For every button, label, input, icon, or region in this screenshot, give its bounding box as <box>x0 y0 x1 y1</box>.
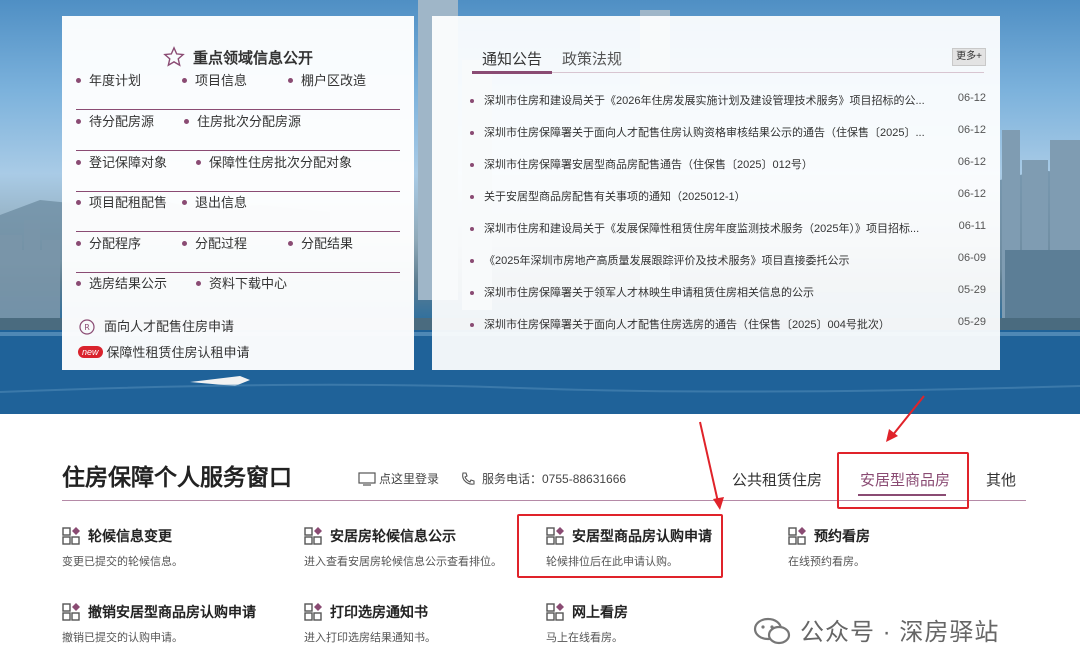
card-queue-publicity[interactable]: 安居房轮候信息公示 进入查看安居房轮候信息公示查看排位。 <box>304 526 524 582</box>
tab-active-indicator <box>472 71 552 74</box>
focus-link-project-info[interactable]: 项目信息 <box>182 70 247 89</box>
bullet-icon <box>470 195 474 199</box>
focus-link-allocation[interactable]: 项目配租配售 <box>76 192 167 211</box>
rental-housing-apply-link[interactable]: new 保障性租赁住房认租申请 <box>78 342 250 361</box>
phone-icon <box>462 472 475 485</box>
focus-row-2: 待分配房源 住房批次分配房源 <box>76 111 400 151</box>
grid-icon <box>788 527 806 545</box>
focus-link-exit-info[interactable]: 退出信息 <box>182 192 247 211</box>
focus-row-1: 年度计划 项目信息 棚户区改造 <box>76 70 400 110</box>
focus-link-download-center[interactable]: 资料下载中心 <box>196 273 287 292</box>
grid-icon <box>62 603 80 621</box>
tab-policies[interactable]: 政策法规 <box>562 48 622 69</box>
more-button[interactable]: 更多+ <box>952 48 986 66</box>
news-item[interactable]: 深圳市住房保障署关于面向人才配售住房认购资格审核结果公示的通告（住保售〔2025… <box>470 124 986 144</box>
bullet-icon <box>470 163 474 167</box>
focus-info-panel: 重点领域信息公开 年度计划 项目信息 棚户区改造 待分配房源 住房批次分配房源 … <box>62 16 414 370</box>
talent-housing-apply-link[interactable]: R 面向人才配售住房申请 <box>78 316 234 335</box>
focus-panel-title: 重点领域信息公开 <box>62 46 414 68</box>
bullet-icon <box>470 323 474 327</box>
wechat-watermark: 公众号 · 深房驿站 <box>752 612 999 647</box>
focus-row-5: 分配程序 分配过程 分配结果 <box>76 233 400 273</box>
focus-row-6: 选房结果公示 资料下载中心 <box>76 273 400 313</box>
focus-link-batch-housing[interactable]: 住房批次分配房源 <box>184 111 301 130</box>
focus-link-registered-objects[interactable]: 登记保障对象 <box>76 152 167 171</box>
bullet-icon <box>470 131 474 135</box>
new-badge: new <box>78 346 103 358</box>
card-online-viewing[interactable]: 网上看房 马上在线看房。 <box>546 602 766 658</box>
focus-row-4: 项目配租配售 退出信息 <box>76 192 400 232</box>
grid-icon <box>62 527 80 545</box>
focus-link-batch-objects[interactable]: 保障性住房批次分配对象 <box>196 152 352 171</box>
star-icon <box>163 46 185 67</box>
wechat-icon <box>753 617 791 645</box>
news-item[interactable]: 深圳市住房和建设局关于《发展保障性租赁住房年度监测技术服务（2025年）》项目招… <box>470 220 986 240</box>
card-book-viewing[interactable]: 预约看房 在线预约看房。 <box>788 526 1008 582</box>
tab-other[interactable]: 其他 <box>986 469 1016 490</box>
news-item[interactable]: 深圳市住房保障署安居型商品房配售通告（住保售〔2025〕012号） 06-12 <box>470 156 986 176</box>
service-window-title: 住房保障个人服务窗口 <box>62 464 292 490</box>
tab-notices[interactable]: 通知公告 <box>482 48 542 69</box>
highlight-box-card <box>517 514 723 578</box>
news-item[interactable]: 《2025年深圳市房地产高质量发展跟踪评价及技术服务》项目直接委托公示 06-09 <box>470 252 986 272</box>
highlight-box-tab <box>837 452 969 509</box>
service-phone: 服务电话：0755-88631666 <box>460 470 626 487</box>
focus-link-result[interactable]: 分配结果 <box>288 233 353 252</box>
focus-link-annual-plan[interactable]: 年度计划 <box>76 70 141 89</box>
focus-link-shantytown[interactable]: 棚户区改造 <box>288 70 366 89</box>
card-cancel-purchase[interactable]: 撤销安居型商品房认购申请 撤销已提交的认购申请。 <box>62 602 282 658</box>
monitor-icon <box>358 472 376 486</box>
talent-icon: R <box>79 319 95 335</box>
focus-link-pending-housing[interactable]: 待分配房源 <box>76 111 154 130</box>
svg-text:R: R <box>84 323 90 332</box>
notice-panel: 通知公告 政策法规 更多+ 深圳市住房和建设局关于《2026年住房发展实施计划及… <box>432 16 1000 370</box>
grid-icon <box>546 603 564 621</box>
bullet-icon <box>470 227 474 231</box>
card-print-notice[interactable]: 打印选房通知书 进入打印选房结果通知书。 <box>304 602 524 658</box>
card-queue-info-change[interactable]: 轮候信息变更 变更已提交的轮候信息。 <box>62 526 282 582</box>
bullet-icon <box>470 259 474 263</box>
focus-link-process[interactable]: 分配过程 <box>182 233 247 252</box>
news-item[interactable]: 深圳市住房和建设局关于《2026年住房发展实施计划及建设管理技术服务》项目招标的… <box>470 92 986 112</box>
grid-icon <box>304 527 322 545</box>
grid-icon <box>304 603 322 621</box>
news-item[interactable]: 深圳市住房保障署关于面向人才配售住房选房的通告（住保售〔2025〕004号批次）… <box>470 316 986 336</box>
bullet-icon <box>470 291 474 295</box>
focus-row-3: 登记保障对象 保障性住房批次分配对象 <box>76 152 400 192</box>
login-link[interactable]: 点这里登录 <box>358 470 439 487</box>
news-item[interactable]: 深圳市住房保障署关于领军人才林映生申请租赁住房相关信息的公示 05-29 <box>470 284 986 304</box>
tab-public-rental[interactable]: 公共租赁住房 <box>732 469 822 490</box>
bullet-icon <box>470 99 474 103</box>
focus-link-selection-result[interactable]: 选房结果公示 <box>76 273 167 292</box>
news-item[interactable]: 关于安居型商品房配售有关事项的通知（2025012-1） 06-12 <box>470 188 986 208</box>
focus-link-procedure[interactable]: 分配程序 <box>76 233 141 252</box>
